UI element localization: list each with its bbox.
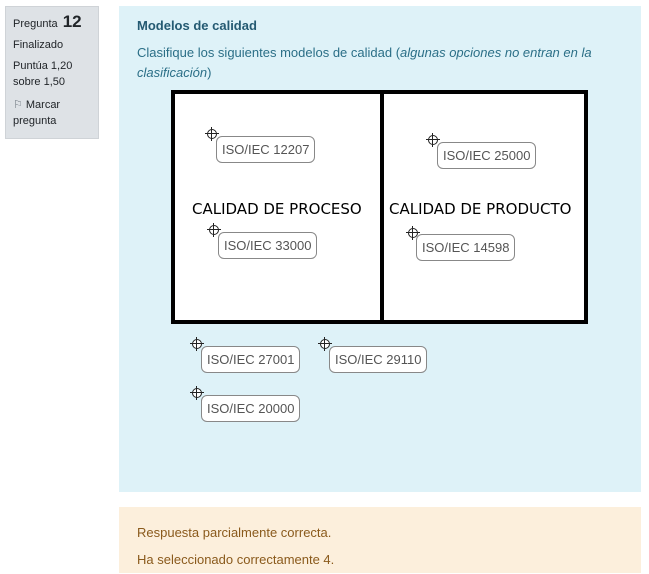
question-info-panel: Pregunta 12 Finalizado Puntúa 1,20 sobre… bbox=[5, 6, 99, 139]
flag-icon[interactable]: ⚐ bbox=[13, 99, 23, 111]
drag-item[interactable]: ISO/IEC 20000 bbox=[201, 395, 301, 422]
feedback-general: Respuesta parcialmente correcta. bbox=[137, 525, 332, 540]
drag-item[interactable]: ISO/IEC 25000 bbox=[437, 142, 537, 169]
prompt-end: ) bbox=[207, 65, 212, 80]
drag-item[interactable]: ISO/IEC 29110 bbox=[329, 346, 428, 373]
zone-label-proceso: CALIDAD DE PROCESO bbox=[192, 200, 362, 218]
question-grade: Puntúa 1,20 sobre 1,50 bbox=[13, 60, 73, 88]
drag-item[interactable]: ISO/IEC 14598 bbox=[416, 234, 516, 261]
zone-label-producto: CALIDAD DE PRODUCTO bbox=[389, 200, 572, 218]
question-number: Pregunta 12 bbox=[13, 13, 98, 33]
question-number-label: Pregunta bbox=[13, 18, 58, 30]
question-prompt: Clasifique los siguientes modelos de cal… bbox=[137, 43, 617, 83]
question-number-value: 12 bbox=[62, 12, 82, 31]
drop-marker-icon bbox=[207, 223, 221, 237]
drag-item[interactable]: ISO/IEC 27001 bbox=[201, 346, 301, 373]
drag-item[interactable]: ISO/IEC 12207 bbox=[216, 136, 316, 163]
drag-item[interactable]: ISO/IEC 33000 bbox=[218, 232, 318, 259]
feedback-correct-count: Ha seleccionado correctamente 4. bbox=[137, 552, 335, 567]
drop-marker-icon bbox=[318, 337, 332, 351]
drop-marker-icon bbox=[426, 133, 440, 147]
drop-marker-icon bbox=[205, 127, 219, 141]
drop-marker-icon bbox=[190, 386, 204, 400]
drop-marker-icon bbox=[190, 337, 204, 351]
question-state: Finalizado bbox=[13, 39, 64, 51]
question-title: Modelos de calidad bbox=[137, 18, 257, 33]
drop-background-image: CALIDAD DE PROCESO CALIDAD DE PRODUCTO bbox=[171, 90, 588, 324]
prompt-start: Clasifique los siguientes modelos de cal… bbox=[137, 45, 401, 60]
flag-question-link[interactable]: ⚐ Marcar pregunta bbox=[13, 97, 83, 129]
feedback-box: Respuesta parcialmente correcta. Ha sele… bbox=[119, 507, 641, 573]
zone-divider bbox=[380, 94, 384, 320]
